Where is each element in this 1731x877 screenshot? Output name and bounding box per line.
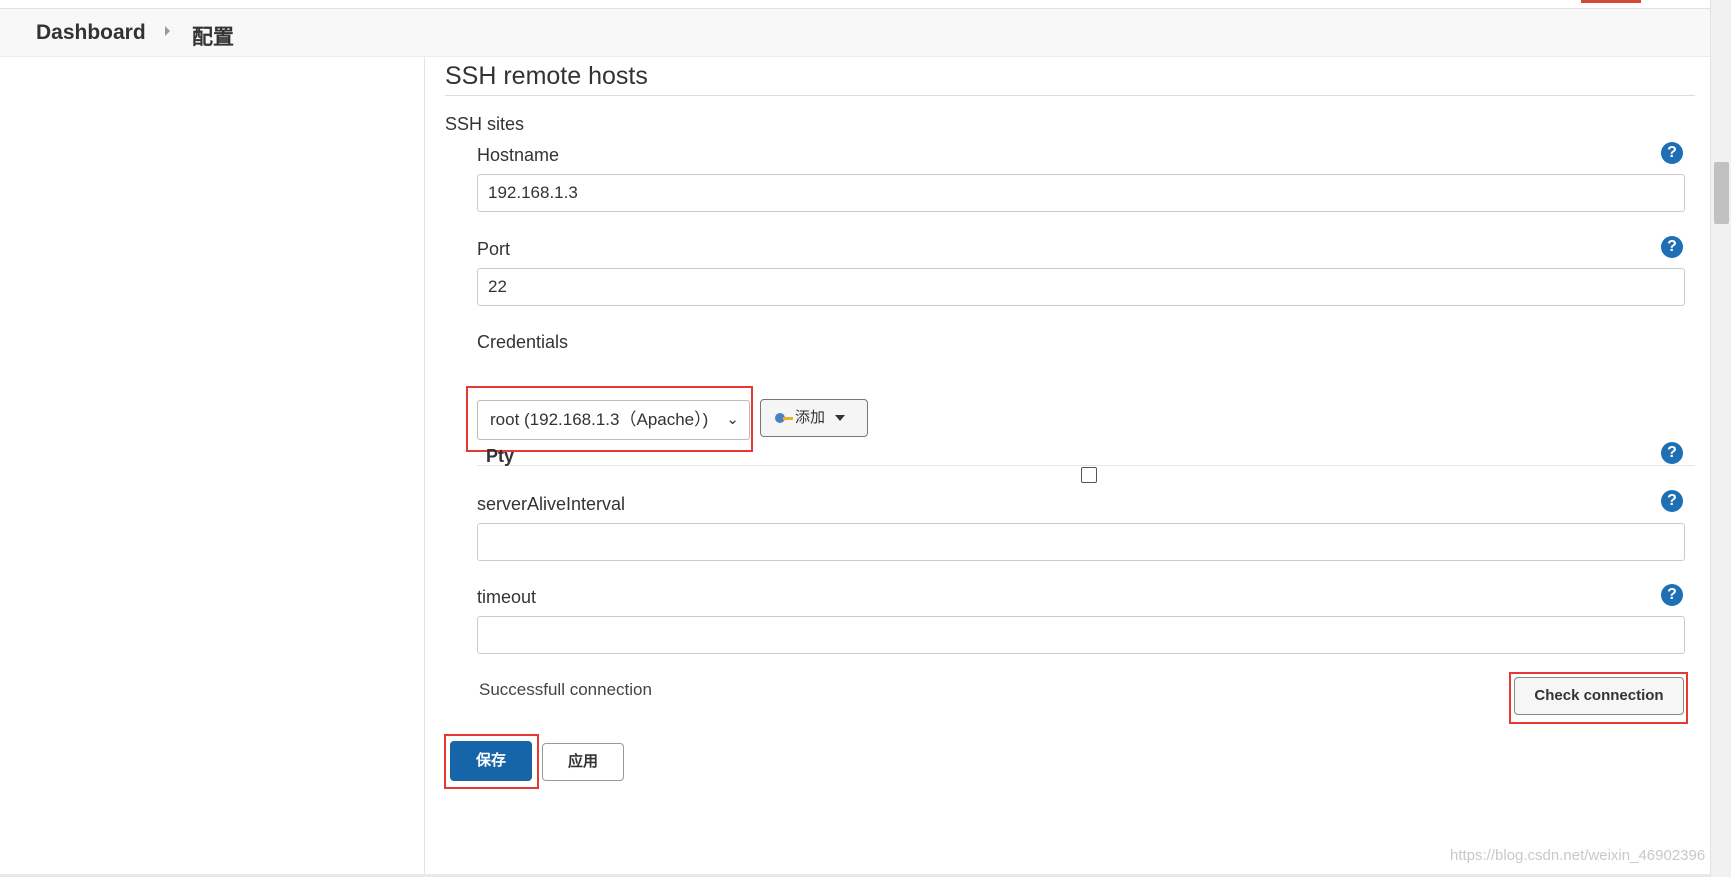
timeout-input[interactable] (477, 616, 1685, 654)
pty-divider (477, 465, 1695, 466)
save-button[interactable]: 保存 (450, 741, 532, 781)
port-label: Port (477, 239, 511, 259)
config-form: SSH remote hosts SSH sites Hostname ? 19… (425, 57, 1710, 877)
scrollbar-thumb[interactable] (1714, 162, 1729, 224)
header-accent (1581, 0, 1641, 3)
hostname-input[interactable]: 192.168.1.3 (477, 174, 1685, 212)
section-divider (445, 95, 1695, 96)
connection-status: Successfull connection (479, 680, 652, 699)
add-label: 添加 (795, 409, 826, 426)
help-icon[interactable]: ? (1661, 142, 1683, 164)
server-alive-interval-label: serverAliveInterval (477, 494, 626, 514)
credentials-select[interactable]: root (192.168.1.3（Apache）) ⌄ (477, 400, 750, 440)
ssh-sites-label: SSH sites (445, 114, 525, 134)
pty-checkbox[interactable] (1081, 467, 1097, 483)
breadcrumb-config[interactable]: 配置 (192, 21, 234, 51)
chevron-right-icon (165, 26, 170, 36)
timeout-label: timeout (477, 587, 537, 607)
watermark: https://blog.csdn.net/weixin_46902396 (1450, 847, 1706, 864)
top-header-strip (0, 0, 1731, 9)
breadcrumb-dashboard[interactable]: Dashboard (36, 21, 146, 45)
port-input[interactable]: 22 (477, 268, 1685, 306)
add-credentials-button[interactable]: 添加 (760, 399, 868, 437)
credentials-label: Credentials (477, 332, 569, 352)
help-icon[interactable]: ? (1661, 490, 1683, 512)
credentials-selected-value: root (192.168.1.3（Apache）) (490, 410, 709, 429)
pty-label: Pty (486, 446, 515, 466)
help-icon[interactable]: ? (1661, 236, 1683, 258)
caret-down-icon (835, 415, 846, 422)
server-alive-interval-input[interactable] (477, 523, 1685, 561)
help-icon[interactable]: ? (1661, 442, 1683, 464)
hostname-label: Hostname (477, 145, 560, 165)
help-icon[interactable]: ? (1661, 584, 1683, 606)
check-connection-button[interactable]: Check connection (1514, 677, 1684, 715)
key-icon (775, 413, 793, 424)
side-panel (0, 57, 425, 877)
section-title: SSH remote hosts (445, 62, 648, 90)
chevron-down-icon: ⌄ (726, 411, 739, 428)
breadcrumb: Dashboard 配置 (0, 9, 1710, 57)
scrollbar[interactable] (1710, 0, 1731, 877)
apply-button[interactable]: 应用 (542, 743, 624, 781)
